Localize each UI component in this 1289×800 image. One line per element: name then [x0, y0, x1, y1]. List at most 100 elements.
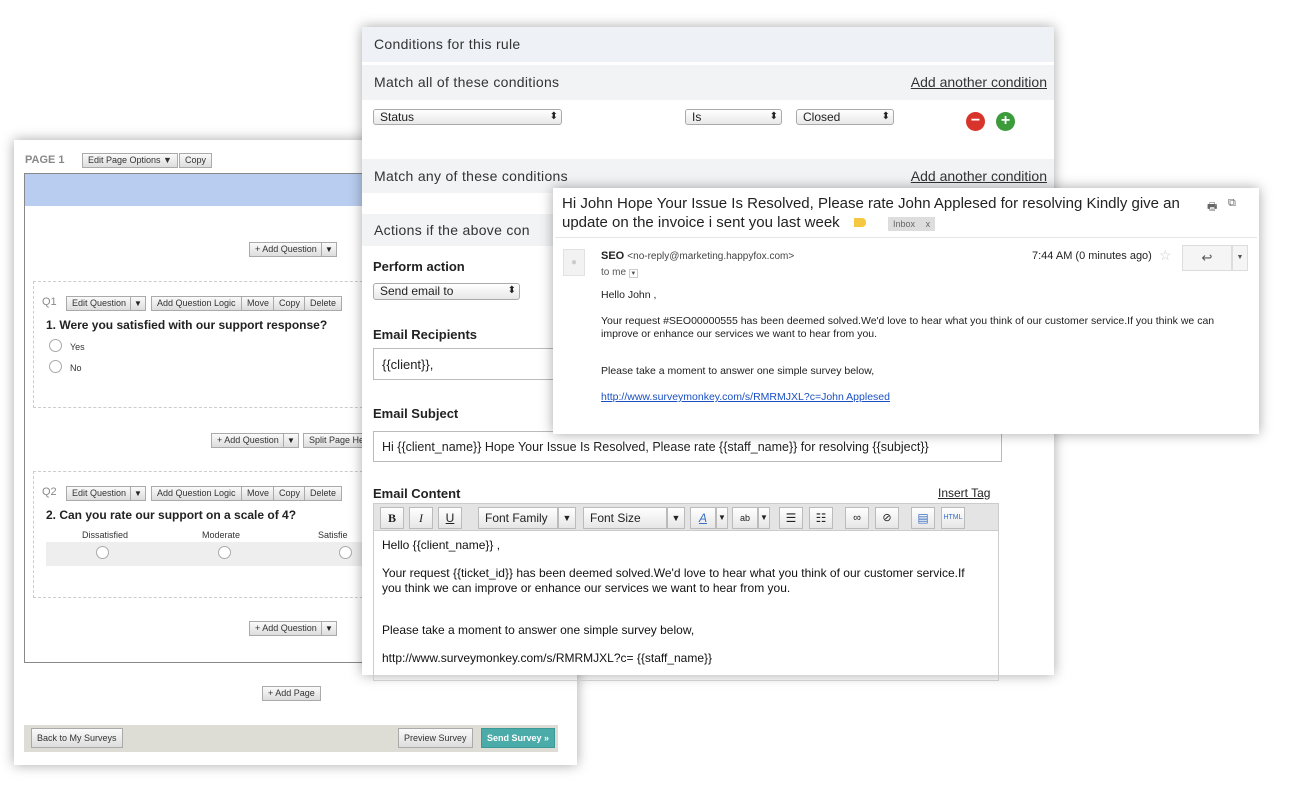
bullet-list-icon[interactable]: ☰ [779, 507, 803, 529]
add-question-button[interactable]: + Add Question [211, 433, 285, 448]
font-size-dropdown[interactable]: ▼ [667, 507, 685, 529]
email-subject-text: Hi John Hope Your Issue Is Resolved, Ple… [562, 195, 1180, 231]
editor-line: Please take a moment to answer one simpl… [382, 623, 695, 637]
radio-no[interactable] [49, 360, 62, 373]
new-window-icon[interactable]: ⧉ [1228, 197, 1236, 210]
add-question-logic-button[interactable]: Add Question Logic [151, 296, 242, 311]
add-question-dropdown[interactable]: ▼ [283, 433, 299, 448]
text-color-icon[interactable]: A [690, 507, 716, 529]
recipient: to me ▼ [601, 267, 638, 278]
avatar: ● [563, 249, 585, 276]
edit-page-options-button[interactable]: Edit Page Options ▼ [82, 153, 178, 168]
bold-button[interactable]: B [380, 507, 404, 529]
option-label: No [70, 363, 82, 373]
perform-action-label: Perform action [373, 259, 465, 274]
more-actions-dropdown[interactable]: ▼ [1232, 245, 1248, 271]
remove-condition-icon[interactable]: − [966, 112, 985, 131]
scale-label: Satisfie [318, 530, 348, 540]
condition-operator-select[interactable]: Is [685, 109, 782, 125]
edit-question-dropdown[interactable]: ▼ [130, 296, 146, 311]
add-question-button[interactable]: + Add Question [249, 621, 323, 636]
editor-toolbar: B I U Font Family ▼ Font Size ▼ A ▼ ab ▼… [373, 503, 999, 531]
highlight-icon[interactable]: ab [732, 507, 758, 529]
email-recipients-input[interactable]: {{client}}, [373, 348, 573, 380]
add-question-button[interactable]: + Add Question [249, 242, 323, 257]
email-subject-label: Email Subject [373, 406, 459, 421]
add-condition-icon[interactable]: + [996, 112, 1015, 131]
radio-dissatisfied[interactable] [96, 546, 109, 559]
page-header-bar [25, 174, 383, 206]
send-survey-button[interactable]: Send Survey » [481, 728, 556, 748]
question-title: 2. Can you rate our support on a scale o… [46, 508, 297, 522]
insert-tag-link[interactable]: Insert Tag [938, 486, 990, 500]
remove-label-button[interactable]: x [926, 219, 931, 229]
split-page-button[interactable]: Split Page He [303, 433, 371, 448]
sender: SEO <no-reply@marketing.happyfox.com> [601, 250, 794, 262]
edit-question-dropdown[interactable]: ▼ [130, 486, 146, 501]
email-body-line: Your request #SEO00000555 has been deeme… [601, 315, 1215, 340]
copy-page-button[interactable]: Copy [179, 153, 213, 168]
scale-label: Dissatisfied [82, 530, 129, 540]
email-content-editor[interactable]: Hello {{client_name}} , Your request {{t… [373, 531, 999, 681]
html-source-icon[interactable]: HTML [941, 507, 965, 529]
email-timestamp: 7:44 AM (0 minutes ago) [1032, 250, 1152, 262]
add-page-button[interactable]: + Add Page [262, 686, 321, 701]
italic-button[interactable]: I [409, 507, 433, 529]
recipient-text: to me [601, 267, 627, 278]
add-question-logic-button[interactable]: Add Question Logic [151, 486, 242, 501]
highlight-dropdown[interactable]: ▼ [758, 507, 770, 529]
add-condition-link[interactable]: Add another condition [911, 168, 1047, 184]
email-content-label: Email Content [373, 486, 461, 501]
header-divider [555, 237, 1257, 238]
unlink-icon[interactable]: ⊘ [875, 507, 899, 529]
add-question-dropdown[interactable]: ▼ [321, 621, 337, 636]
back-to-surveys-button[interactable]: Back to My Surveys [31, 728, 123, 748]
link-icon[interactable]: ∞ [845, 507, 869, 529]
question-number: Q2 [42, 486, 57, 498]
condition-value-select[interactable]: Closed [796, 109, 894, 125]
scale-label: Moderate [202, 530, 241, 540]
move-button[interactable]: Move [241, 296, 276, 311]
page-container: + Add Question ▼ Q1 Edit Question ▼ Add … [24, 173, 393, 663]
copy-question-button[interactable]: Copy [273, 486, 307, 501]
underline-button[interactable]: U [438, 507, 462, 529]
font-family-select[interactable]: Font Family [478, 507, 558, 529]
email-body-line: Please take a moment to answer one simpl… [601, 365, 875, 377]
email-subject-input[interactable]: Hi {{client_name}} Hope Your Issue Is Re… [373, 431, 1002, 462]
move-button[interactable]: Move [241, 486, 276, 501]
delete-question-button[interactable]: Delete [304, 486, 343, 501]
add-question-dropdown[interactable]: ▼ [321, 242, 337, 257]
sender-email: <no-reply@marketing.happyfox.com> [627, 251, 795, 262]
perform-action-select[interactable]: Send email to [373, 283, 520, 300]
option-label: Yes [70, 342, 85, 352]
survey-link[interactable]: http://www.surveymonkey.com/s/RMRMJXL?c=… [601, 391, 1241, 404]
email-body: Hello John , Your request #SEO00000555 h… [601, 289, 1241, 404]
email-recipients-label: Email Recipients [373, 327, 478, 342]
font-family-dropdown[interactable]: ▼ [558, 507, 576, 529]
inbox-label-text: Inbox [893, 219, 916, 229]
delete-question-button[interactable]: Delete [304, 296, 343, 311]
recipient-details-dropdown[interactable]: ▼ [628, 269, 638, 278]
font-size-select[interactable]: Font Size [583, 507, 667, 529]
star-icon[interactable]: ☆ [1159, 247, 1172, 264]
email-subject: Hi John Hope Your Issue Is Resolved, Ple… [562, 194, 1182, 232]
print-icon[interactable]: 🖶 [1207, 198, 1217, 217]
radio-satisfied[interactable] [339, 546, 352, 559]
question-number: Q1 [42, 296, 57, 308]
template-icon[interactable]: ▤ [911, 507, 935, 529]
edit-question-button[interactable]: Edit Question [66, 486, 133, 501]
email-preview-panel: Hi John Hope Your Issue Is Resolved, Ple… [553, 188, 1259, 434]
condition-field-select[interactable]: Status [373, 109, 562, 125]
radio-yes[interactable] [49, 339, 62, 352]
edit-question-button[interactable]: Edit Question [66, 296, 133, 311]
text-color-dropdown[interactable]: ▼ [716, 507, 728, 529]
email-body-line: Hello John , [601, 289, 657, 301]
reply-button[interactable]: ↩ [1182, 245, 1232, 271]
add-condition-link[interactable]: Add another condition [911, 74, 1047, 90]
copy-question-button[interactable]: Copy [273, 296, 307, 311]
inbox-label: Inbox x [888, 217, 936, 231]
numbered-list-icon[interactable]: ☷ [809, 507, 833, 529]
radio-moderate[interactable] [218, 546, 231, 559]
preview-survey-button[interactable]: Preview Survey [398, 728, 473, 748]
editor-line: Your request {{ticket_id}} has been deem… [382, 566, 965, 595]
